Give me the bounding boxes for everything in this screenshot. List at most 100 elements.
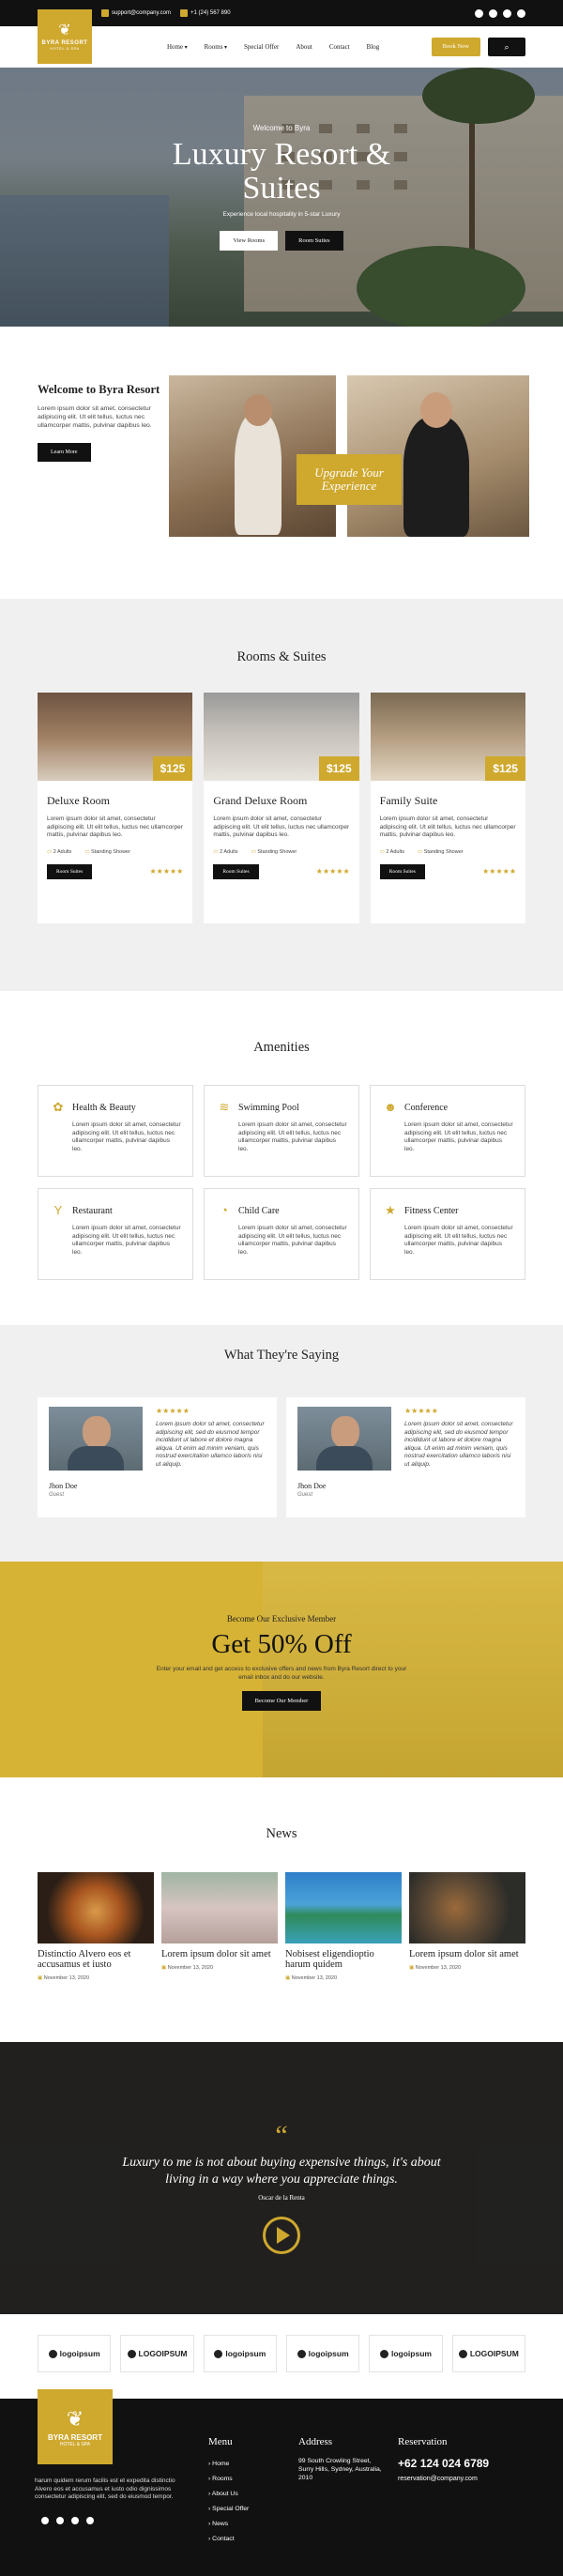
cocktail-icon: Y [53, 1203, 63, 1217]
search-button[interactable]: ⌕ [488, 38, 525, 56]
news-card[interactable]: Lorem ipsum dolor sit amet November 13, … [409, 1872, 525, 1981]
news-date: November 13, 2020 [409, 1965, 525, 1971]
rating-stars: ★★★★★ [149, 867, 184, 876]
adults-info: 2 Adults [213, 849, 238, 855]
brand-logo: LOGOIPSUM [120, 2335, 194, 2372]
topbar-phone[interactable]: +1 (24) 567 890 [180, 9, 231, 17]
footer-email[interactable]: reservation@company.com [398, 2476, 529, 2482]
rating-stars: ★★★★★ [404, 1407, 438, 1415]
youtube-icon[interactable] [86, 2517, 94, 2524]
rating-stars: ★★★★★ [156, 1407, 190, 1415]
amenity-card: ◔ Child Care Lorem ipsum dolor sit amet, … [204, 1188, 359, 1280]
footer-link-contact[interactable]: Contact [208, 2532, 249, 2547]
news-headline[interactable]: Nobisest eligendioptio harum quidem [285, 1949, 402, 1970]
hero-kicker: Welcome to Byra [252, 124, 311, 132]
brand-logos: logoipsum LOGOIPSUM logoipsum logoipsum … [0, 2314, 563, 2399]
nav-special-offer[interactable]: Special Offer [244, 43, 279, 51]
shower-info: Standing Shower [84, 849, 130, 855]
news-headline[interactable]: Lorem ipsum dolor sit amet [409, 1949, 525, 1959]
news-date: November 13, 2020 [161, 1965, 278, 1971]
news-card[interactable]: Distinctio Alvero eos et accusamus et iu… [38, 1872, 154, 1981]
room-photo: $125 [38, 693, 193, 781]
brand-logo: logoipsum [203, 2335, 277, 2372]
footer-logo[interactable]: ❦ BYRA RESORT HOTEL & SPA [38, 2389, 113, 2464]
footer-about: harum quidem rerum facilis est et expedi… [35, 2477, 175, 2500]
facebook-icon[interactable] [475, 8, 483, 18]
footer-link-rooms[interactable]: Rooms [208, 2472, 249, 2487]
news-headline[interactable]: Distinctio Alvero eos et accusamus et iu… [38, 1949, 154, 1970]
room-suites-button[interactable]: Room Suites [379, 863, 425, 879]
room-suites-button[interactable]: Room Suites [213, 863, 259, 879]
room-name: Family Suite [379, 794, 438, 807]
adults-info: 2 Adults [47, 849, 72, 855]
footer-link-news[interactable]: News [208, 2517, 249, 2532]
book-now-button[interactable]: Book Now [431, 38, 480, 56]
welcome-section: Welcome to Byra Resort Lorem ipsum dolor… [0, 327, 563, 599]
room-suites-button[interactable]: Room Suites [285, 231, 343, 251]
nav-home[interactable]: Home [167, 43, 188, 51]
footer-link-home[interactable]: Home [208, 2457, 249, 2472]
youtube-icon[interactable] [517, 8, 525, 18]
room-description: Lorem ipsum dolor sit amet, consectetur … [213, 815, 350, 838]
quote-text: Luxury to me is not about buying expensi… [122, 2156, 441, 2187]
twitter-icon[interactable] [56, 2517, 64, 2524]
amenity-description: Lorem ipsum dolor sit amet, consectetur … [238, 1121, 347, 1152]
phone-icon [180, 9, 189, 17]
room-description: Lorem ipsum dolor sit amet, consectetur … [47, 815, 183, 838]
news-headline[interactable]: Lorem ipsum dolor sit amet [161, 1949, 278, 1959]
news-card[interactable]: Nobisest eligendioptio harum quidem Nove… [285, 1872, 402, 1981]
logo[interactable]: ❦ BYRA RESORT HOTEL & SPA [38, 9, 92, 64]
amenity-name: Restaurant [72, 1205, 113, 1216]
room-price: $125 [318, 756, 359, 781]
news-date: November 13, 2020 [38, 1975, 154, 1981]
footer-link-about[interactable]: About Us [208, 2487, 249, 2502]
news-card[interactable]: Lorem ipsum dolor sit amet November 13, … [161, 1872, 278, 1981]
nav-blog[interactable]: Blog [367, 43, 380, 51]
running-icon: ★ [385, 1203, 396, 1217]
shower-info: Standing Shower [418, 849, 464, 855]
brand-mark-icon [297, 2349, 306, 2358]
room-price: $125 [485, 756, 525, 781]
hero-subtitle: Experience local hospitality in 5-star L… [222, 211, 341, 218]
footer-phone[interactable]: +62 124 024 6789 [398, 2457, 529, 2470]
room-card[interactable]: $125 Deluxe Room Lorem ipsum dolor sit a… [38, 693, 193, 923]
nav-about[interactable]: About [296, 43, 312, 51]
testimonial-card: Jhon Doe Guest ★★★★★ Lorem ipsum dolor s… [38, 1397, 277, 1517]
amenity-description: Lorem ipsum dolor sit amet, consectetur … [72, 1121, 181, 1152]
instagram-icon[interactable] [71, 2517, 79, 2524]
instagram-icon[interactable] [503, 8, 511, 18]
brand-logo: logoipsum [285, 2335, 360, 2372]
search-icon: ⌕ [504, 41, 510, 52]
room-name: Grand Deluxe Room [213, 794, 308, 807]
amenity-name: Fitness Center [404, 1205, 459, 1216]
nav-contact[interactable]: Contact [329, 43, 350, 51]
member-headline: Get 50% Off [211, 1629, 352, 1659]
topbar-email[interactable]: support@company.com [101, 9, 171, 17]
play-button[interactable] [263, 2217, 300, 2254]
nav-rooms[interactable]: Rooms [205, 43, 227, 51]
facebook-icon[interactable] [41, 2517, 49, 2524]
resort-logo-icon: ❦ [66, 2406, 84, 2431]
member-body: Enter your email and get access to exclu… [156, 1666, 407, 1681]
footer-reservation-title: Reservation [398, 2436, 448, 2447]
mail-icon [101, 9, 109, 17]
testimonial-quote: Lorem ipsum dolor sit amet, consectetur … [156, 1421, 265, 1468]
learn-more-button[interactable]: Learn More [38, 443, 91, 462]
amenity-card: ★ Fitness Center Lorem ipsum dolor sit am… [370, 1188, 525, 1280]
room-card[interactable]: $125 Family Suite Lorem ipsum dolor sit … [370, 693, 525, 923]
footer-address-title: Address [298, 2436, 333, 2447]
room-card[interactable]: $125 Grand Deluxe Room Lorem ipsum dolor… [204, 693, 359, 923]
room-photo: $125 [370, 693, 525, 781]
member-section: Become Our Exclusive Member Get 50% Off … [0, 1562, 563, 1777]
news-photo [161, 1872, 278, 1943]
amenity-name: Health & Beauty [72, 1102, 136, 1113]
view-rooms-button[interactable]: View Rooms [220, 231, 279, 251]
twitter-icon[interactable] [489, 8, 497, 18]
testimonials-title: What They're Saying [223, 1348, 340, 1363]
become-member-button[interactable]: Become Our Member [241, 1691, 322, 1711]
footer-link-special-offer[interactable]: Special Offer [208, 2502, 249, 2517]
brand-mark-icon [214, 2349, 223, 2358]
welcome-body: Lorem ipsum dolor sit amet, consectetur … [38, 405, 152, 429]
room-suites-button[interactable]: Room Suites [47, 863, 93, 879]
testimonial-role: Guest [297, 1492, 313, 1498]
